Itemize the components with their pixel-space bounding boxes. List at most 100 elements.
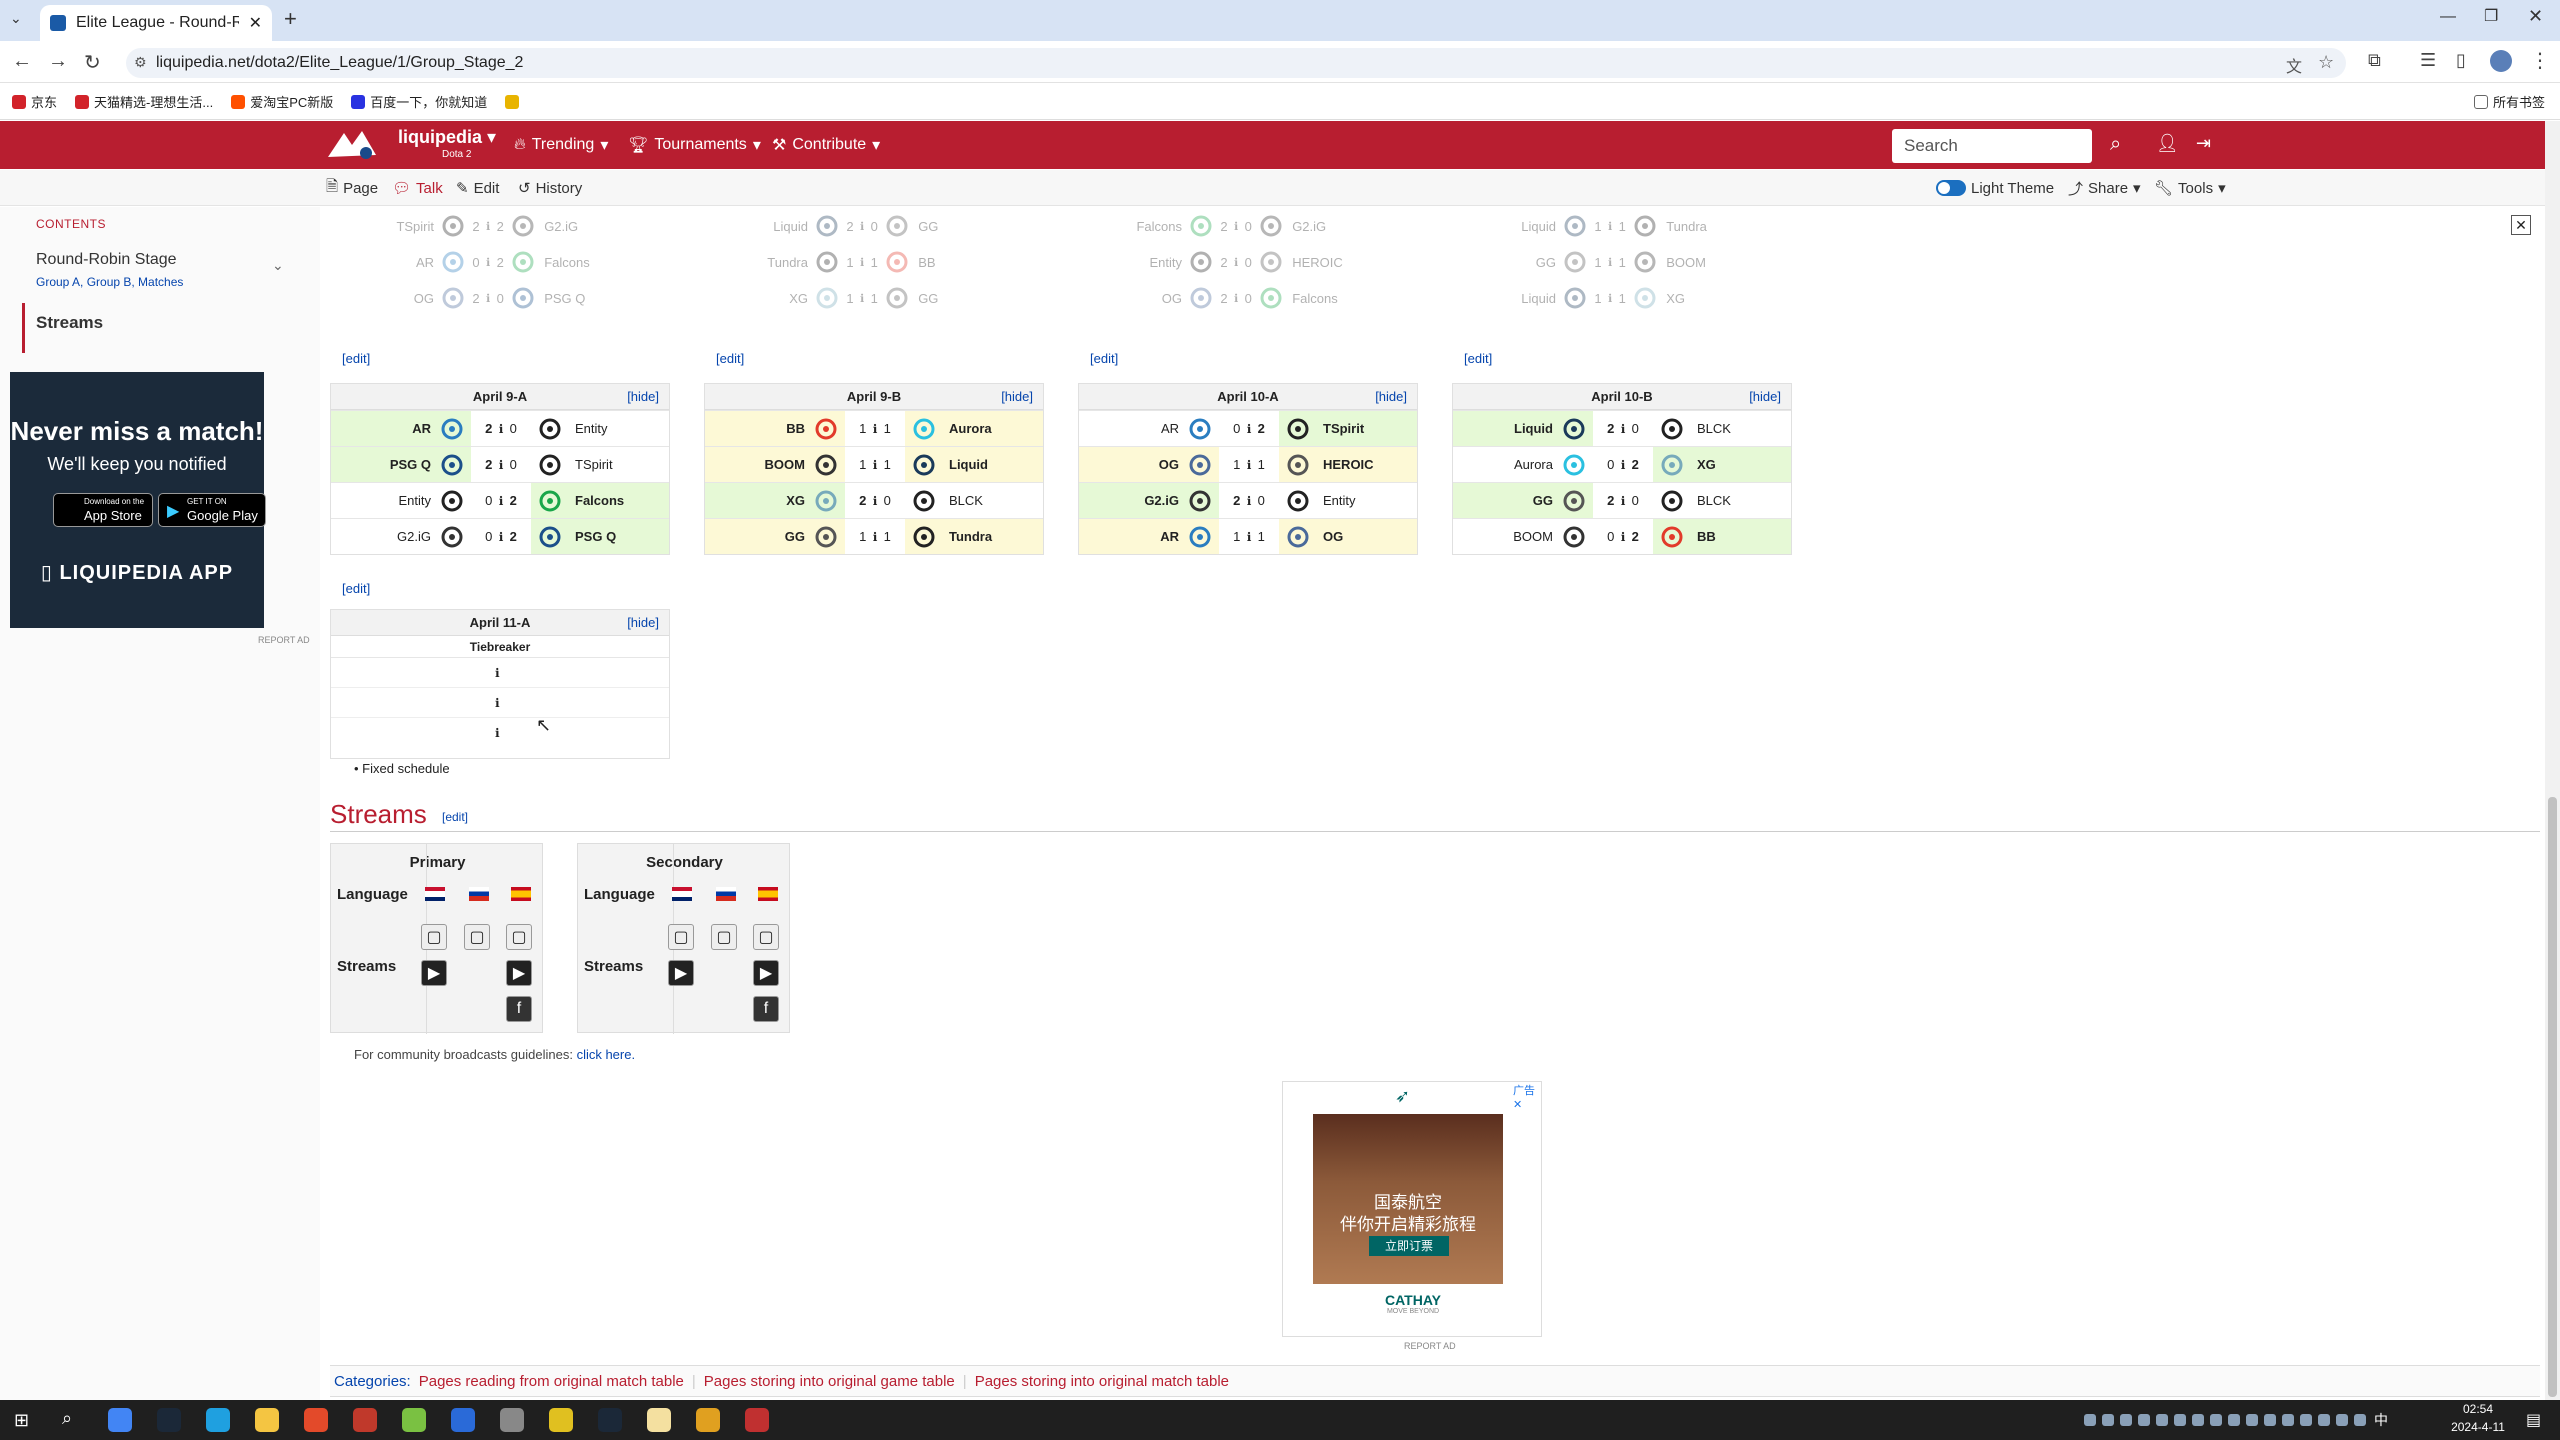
categories-label[interactable]: Categories: bbox=[334, 1373, 411, 1390]
edit-link[interactable]: [edit] bbox=[342, 351, 370, 366]
match-row[interactable]: AR 1 ℹ 1 OG bbox=[1079, 518, 1417, 554]
info-icon[interactable]: ℹ bbox=[495, 666, 500, 680]
taskbar-app-icon[interactable] bbox=[549, 1408, 573, 1432]
taskbar-app-icon[interactable] bbox=[647, 1408, 671, 1432]
youtube-icon[interactable]: ▶ bbox=[506, 960, 532, 986]
subnav-edit[interactable]: ✎ Edit bbox=[456, 170, 499, 206]
match-row[interactable]: BB 1 ℹ 1 Aurora bbox=[705, 410, 1043, 446]
match-row[interactable]: OG 1 ℹ 1 HEROIC bbox=[1079, 446, 1417, 482]
taskbar-app-icon[interactable] bbox=[206, 1408, 230, 1432]
extensions-icon[interactable]: ⧉ bbox=[2368, 50, 2381, 71]
tray-icon[interactable] bbox=[2264, 1414, 2276, 1426]
reload-icon[interactable]: ↻ bbox=[84, 50, 101, 75]
team-left[interactable]: G2.iG bbox=[1079, 483, 1219, 518]
report-ad-link[interactable]: REPORT AD bbox=[258, 635, 310, 645]
team-left[interactable]: BOOM bbox=[705, 447, 845, 482]
toc-item-round-robin[interactable]: Round-Robin Stage bbox=[36, 251, 177, 269]
team-left[interactable]: GG bbox=[705, 519, 845, 554]
match-row[interactable]: Liquid 2 ℹ 0 BLCK bbox=[1453, 410, 1791, 446]
tray-icon[interactable] bbox=[2138, 1414, 2150, 1426]
ime-indicator[interactable]: 中 bbox=[2374, 1410, 2388, 1430]
category-link[interactable]: Pages storing into original game table bbox=[704, 1373, 955, 1390]
tab-close-icon[interactable]: ✕ bbox=[249, 13, 262, 33]
scrollbar-thumb[interactable] bbox=[2548, 797, 2557, 1397]
match-row[interactable]: G2.iG 2 ℹ 0 Entity bbox=[1079, 482, 1417, 518]
edit-link[interactable]: [edit] bbox=[1090, 351, 1118, 366]
bookmark-item[interactable]: 天猫精选-理想生活... bbox=[75, 92, 213, 111]
chevron-down-icon[interactable]: ⌄ bbox=[272, 257, 284, 274]
minimize-button[interactable]: — bbox=[2440, 8, 2456, 26]
category-link[interactable]: Pages reading from original match table bbox=[419, 1373, 684, 1390]
bookmark-item[interactable]: 百度一下，你就知道 bbox=[351, 92, 487, 111]
search-icon[interactable]: ⌕ bbox=[62, 1408, 72, 1429]
team-left[interactable]: AR bbox=[1079, 519, 1219, 554]
site-info-icon[interactable]: ⚙ bbox=[134, 54, 147, 71]
team-right[interactable]: HEROIC bbox=[1279, 447, 1417, 482]
new-tab-button[interactable]: + bbox=[284, 6, 297, 32]
tray-icon[interactable] bbox=[2174, 1414, 2186, 1426]
toc-item-streams[interactable]: Streams bbox=[36, 313, 103, 333]
nav-contribute[interactable]: ⚒ Contribute ▾ bbox=[772, 121, 880, 169]
team-right[interactable]: Entity bbox=[1279, 483, 1417, 518]
translate-icon[interactable]: 文 bbox=[2286, 53, 2302, 77]
close-window-button[interactable]: ✕ bbox=[2528, 6, 2543, 27]
team-left[interactable]: GG bbox=[1453, 483, 1593, 518]
edit-link[interactable]: [edit] bbox=[1464, 351, 1492, 366]
youtube-icon[interactable]: ▶ bbox=[753, 960, 779, 986]
bookmark-star-icon[interactable]: ☆ bbox=[2318, 52, 2334, 73]
twitch-icon[interactable]: ▢ bbox=[753, 924, 779, 950]
tray-icon[interactable] bbox=[2336, 1414, 2348, 1426]
hide-link[interactable]: [hide] bbox=[1001, 389, 1033, 404]
twitch-icon[interactable]: ▢ bbox=[668, 924, 694, 950]
app-ad-banner[interactable]: Never miss a match! We'll keep you notif… bbox=[10, 372, 266, 628]
twitch-icon[interactable]: ▢ bbox=[506, 924, 532, 950]
clock-time[interactable]: 02:54 bbox=[2448, 1402, 2508, 1416]
team-left[interactable]: Aurora bbox=[1453, 447, 1593, 482]
appstore-button[interactable]: Download on the App Store bbox=[53, 493, 153, 527]
youtube-icon[interactable]: ▶ bbox=[421, 960, 447, 986]
tab-list-icon[interactable]: ⌄ bbox=[10, 10, 22, 27]
adchoices-icon[interactable]: 广告 ✕ bbox=[1513, 1082, 1541, 1111]
search-input[interactable]: Search bbox=[1892, 129, 2092, 163]
toc-item-sub[interactable]: Group A, Group B, Matches bbox=[36, 275, 183, 289]
team-left[interactable]: G2.iG bbox=[331, 519, 471, 554]
team-right[interactable]: XG bbox=[1653, 447, 1791, 482]
team-left[interactable]: PSG Q bbox=[331, 447, 471, 482]
twitch-icon[interactable]: ▢ bbox=[464, 924, 490, 950]
account-icon[interactable]: 👤︎ bbox=[2156, 133, 2179, 154]
subnav-page[interactable]: 🗎 Page bbox=[326, 170, 378, 206]
match-row[interactable]: BOOM 1 ℹ 1 Liquid bbox=[705, 446, 1043, 482]
nav-tournaments[interactable]: 🏆︎ Tournaments ▾ bbox=[628, 121, 761, 169]
team-left[interactable]: XG bbox=[705, 483, 845, 518]
share-menu[interactable]: ⤴ Share ▾ bbox=[2068, 170, 2141, 206]
nav-trending[interactable]: 🔥︎ Trending ▾ bbox=[514, 121, 608, 169]
taskbar-app-icon[interactable] bbox=[500, 1408, 524, 1432]
team-left[interactable]: Liquid bbox=[1453, 411, 1593, 446]
match-row[interactable]: G2.iG 0 ℹ 2 PSG Q bbox=[331, 518, 669, 554]
scrollbar[interactable] bbox=[2545, 121, 2560, 1400]
taskbar-app-icon[interactable] bbox=[696, 1408, 720, 1432]
hide-link[interactable]: [hide] bbox=[1749, 389, 1781, 404]
twitch-icon[interactable]: ▢ bbox=[711, 924, 737, 950]
hide-link[interactable]: [hide] bbox=[1375, 389, 1407, 404]
team-right[interactable]: BLCK bbox=[905, 483, 1043, 518]
match-row[interactable]: XG 2 ℹ 0 BLCK bbox=[705, 482, 1043, 518]
info-icon[interactable]: ℹ bbox=[495, 696, 500, 710]
close-panel-button[interactable]: ✕ bbox=[2511, 215, 2531, 235]
community-link[interactable]: click here. bbox=[577, 1047, 636, 1062]
tray-icon[interactable] bbox=[2282, 1414, 2294, 1426]
team-left[interactable]: BOOM bbox=[1453, 519, 1593, 554]
team-right[interactable]: Tundra bbox=[905, 519, 1043, 554]
googleplay-button[interactable]: GET IT ON Google Play ▶ bbox=[158, 493, 266, 527]
side-panel-icon[interactable]: ▯ bbox=[2456, 50, 2466, 71]
reading-list-icon[interactable]: ☰ bbox=[2420, 50, 2436, 71]
hide-link[interactable]: [hide] bbox=[627, 615, 659, 630]
taskbar-app-icon[interactable] bbox=[157, 1408, 181, 1432]
tray-icon[interactable] bbox=[2318, 1414, 2330, 1426]
tray-icon[interactable] bbox=[2102, 1414, 2114, 1426]
tray-icon[interactable] bbox=[2120, 1414, 2132, 1426]
subnav-history[interactable]: ↺ History bbox=[518, 170, 582, 206]
taskbar-app-icon[interactable] bbox=[451, 1408, 475, 1432]
team-right[interactable]: Aurora bbox=[905, 411, 1043, 446]
team-right[interactable]: PSG Q bbox=[531, 519, 669, 554]
